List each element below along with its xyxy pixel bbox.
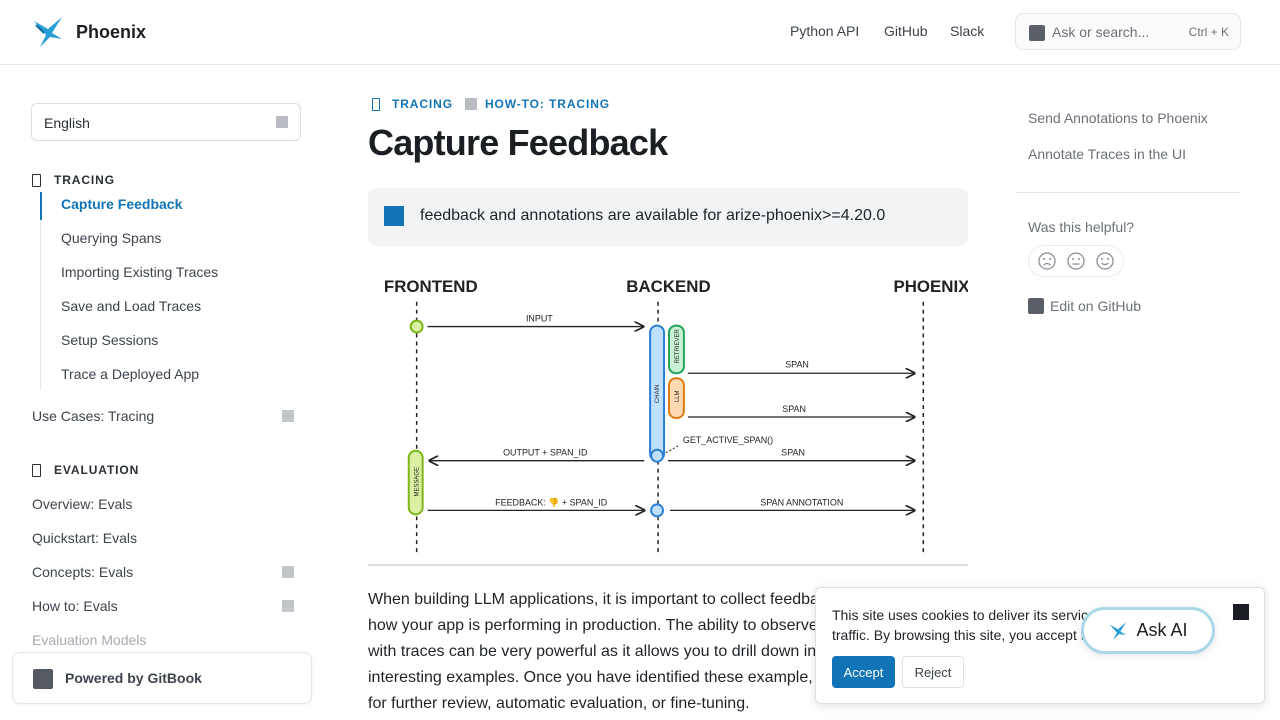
sidebar-item-trace-deployed-app[interactable]: Trace a Deployed App xyxy=(61,366,199,382)
diagram-component-retriever: RETRIEVER xyxy=(675,329,681,364)
diagram-label-span-annotation: SPAN ANNOTATION xyxy=(760,497,843,507)
section-title: TRACING xyxy=(54,173,115,187)
sidebar-item-capture-feedback[interactable]: Capture Feedback xyxy=(61,196,182,212)
sidebar-item-concepts-evals[interactable]: Concepts: Evals xyxy=(32,564,133,580)
search-icon xyxy=(1029,25,1045,41)
sidebar-item-save-load-traces[interactable]: Save and Load Traces xyxy=(61,298,201,314)
feedback-sequence-diagram: FRONTEND BACKEND PHOENIX INPUT CHAIN RET… xyxy=(368,264,968,566)
phoenix-column-label: PHOENIX xyxy=(893,277,968,296)
diagram-label-span-3: SPAN xyxy=(781,448,805,458)
rail-divider xyxy=(1016,192,1240,193)
edit-label: Edit on GitHub xyxy=(1050,298,1142,314)
toc-annotate-traces[interactable]: Annotate Traces in the UI xyxy=(1028,146,1186,162)
active-indicator xyxy=(40,192,42,220)
chevron-right-icon[interactable] xyxy=(282,600,294,612)
sidebar-item-setup-sessions[interactable]: Setup Sessions xyxy=(61,332,158,348)
app-logo[interactable]: Phoenix xyxy=(32,15,146,49)
diagram-component-chain: CHAIN xyxy=(655,385,661,404)
book-icon xyxy=(32,173,41,187)
breadcrumb: TRACING HOW-TO: TRACING xyxy=(372,97,610,111)
diagram-label-feedback: FEEDBACK: 👎 + SPAN_ID xyxy=(495,497,608,507)
backend-column-label: BACKEND xyxy=(626,277,710,296)
gitbook-icon xyxy=(33,669,53,689)
github-icon xyxy=(1028,298,1044,314)
diagram-component-llm: LLM xyxy=(675,390,681,402)
feedback-faces xyxy=(1028,245,1124,277)
happy-face-icon[interactable] xyxy=(1095,252,1114,270)
nav-python-api[interactable]: Python API xyxy=(790,23,859,39)
toc-send-annotations[interactable]: Send Annotations to Phoenix xyxy=(1028,110,1208,126)
top-header: Phoenix Python API GitHub Slack Ask or s… xyxy=(0,0,1280,65)
sidebar-section-tracing: TRACING xyxy=(32,173,115,187)
chevron-right-icon[interactable] xyxy=(282,410,294,422)
page-title: Capture Feedback xyxy=(368,122,668,163)
diagram-label-output-span-id: OUTPUT + SPAN_ID xyxy=(503,448,588,458)
diagram-component-message: MESSAGE xyxy=(415,467,421,496)
phoenix-logo-icon xyxy=(34,17,62,47)
info-hint: feedback and annotations are available f… xyxy=(368,188,968,246)
info-icon xyxy=(384,206,404,226)
language-select[interactable]: English xyxy=(31,103,301,141)
app-name: Phoenix xyxy=(76,21,147,42)
sidebar-section-evaluation: EVALUATION xyxy=(32,463,139,477)
powered-by-label: Powered by GitBook xyxy=(65,670,202,686)
hint-text: feedback and annotations are available f… xyxy=(420,207,886,224)
book-icon xyxy=(372,97,380,111)
language-value: English xyxy=(44,115,90,131)
chevron-down-icon xyxy=(276,116,288,128)
sidebar-item-overview-evals[interactable]: Overview: Evals xyxy=(32,496,132,512)
ask-ai-label: Ask AI xyxy=(1136,620,1188,640)
helpful-label: Was this helpful? xyxy=(1028,219,1135,235)
subnav-guide-line xyxy=(40,192,41,390)
accept-cookies-button[interactable]: Accept xyxy=(832,656,895,688)
search-placeholder: Ask or search... xyxy=(1052,24,1150,40)
book-icon xyxy=(32,463,41,477)
reject-cookies-button[interactable]: Reject xyxy=(902,656,964,688)
nav-github[interactable]: GitHub xyxy=(884,23,928,39)
ask-ai-button[interactable]: Ask AI xyxy=(1081,607,1215,654)
breadcrumb-tracing[interactable]: TRACING xyxy=(392,97,453,111)
section-title: EVALUATION xyxy=(54,463,140,477)
diagram-label-get-active-span: GET_ACTIVE_SPAN() xyxy=(683,435,773,445)
sidebar-item-evaluation-models[interactable]: Evaluation Models xyxy=(32,632,146,648)
close-icon[interactable] xyxy=(1233,604,1249,620)
diagram-label-input: INPUT xyxy=(526,314,553,324)
neutral-face-icon[interactable] xyxy=(1067,252,1085,270)
diagram-label-span-1: SPAN xyxy=(785,359,809,369)
nav-slack[interactable]: Slack xyxy=(950,23,984,39)
sad-face-icon[interactable] xyxy=(1038,252,1056,270)
sidebar-item-quickstart-evals[interactable]: Quickstart: Evals xyxy=(32,530,137,546)
sidebar-item-importing-traces[interactable]: Importing Existing Traces xyxy=(61,264,218,280)
sidebar-item-howto-evals[interactable]: How to: Evals xyxy=(32,598,118,614)
chevron-right-icon[interactable] xyxy=(282,566,294,578)
sidebar-item-use-cases-tracing[interactable]: Use Cases: Tracing xyxy=(32,408,154,424)
search-shortcut: Ctrl + K xyxy=(1188,25,1229,39)
frontend-column-label: FRONTEND xyxy=(384,277,478,296)
phoenix-logo-icon xyxy=(1110,621,1127,640)
breadcrumb-howto-tracing[interactable]: HOW-TO: TRACING xyxy=(485,97,610,111)
chevron-right-icon xyxy=(464,98,477,110)
powered-by-gitbook[interactable]: Powered by GitBook xyxy=(12,652,312,704)
sidebar-item-querying-spans[interactable]: Querying Spans xyxy=(61,230,161,246)
search-input[interactable]: Ask or search... Ctrl + K xyxy=(1015,13,1241,50)
diagram-label-span-2: SPAN xyxy=(782,404,806,414)
edit-on-github-link[interactable]: Edit on GitHub xyxy=(1028,298,1141,314)
